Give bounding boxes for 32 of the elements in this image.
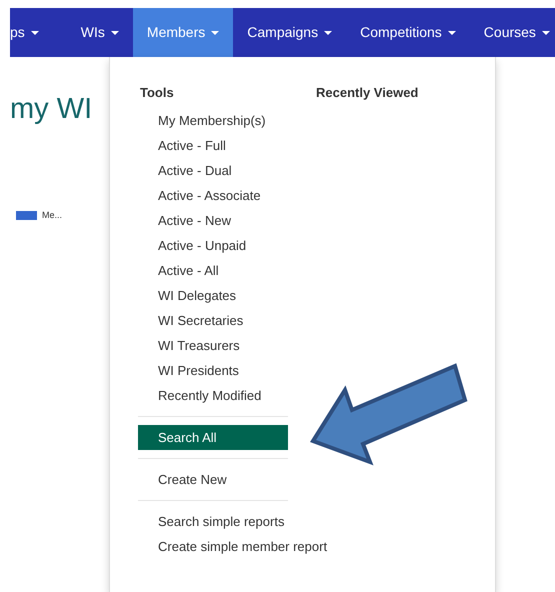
menu-item[interactable]: WI Secretaries xyxy=(138,308,288,333)
menu-item[interactable]: Search All xyxy=(138,425,288,450)
menu-item[interactable]: Active - Associate xyxy=(138,183,288,208)
menu-item[interactable]: Create New xyxy=(138,467,288,492)
caret-icon xyxy=(448,30,456,34)
page-heading: my WI xyxy=(10,95,94,124)
menu-item[interactable]: Create simple member report xyxy=(138,534,332,559)
menu-item[interactable]: WI Presidents xyxy=(138,358,288,383)
nav-tab[interactable]: Members xyxy=(132,8,234,57)
menu-item[interactable]: Active - All xyxy=(138,258,288,283)
caret-icon xyxy=(211,30,220,34)
menu-item[interactable]: Recently Modified xyxy=(138,383,288,408)
legend-label: Me... xyxy=(42,209,62,222)
caret-icon xyxy=(542,30,550,34)
caret-icon xyxy=(110,30,119,34)
menu-item[interactable]: My Membership(s) xyxy=(138,108,288,133)
nav-tab[interactable]: ps xyxy=(10,8,67,57)
menu-item[interactable]: Active - Dual xyxy=(138,158,288,183)
menu-item[interactable]: Active - Full xyxy=(138,133,288,158)
menu-item[interactable]: WI Delegates xyxy=(138,283,288,308)
caret-icon xyxy=(324,30,332,34)
caret-icon xyxy=(30,30,39,34)
menu-item[interactable]: WI Treasurers xyxy=(138,333,288,358)
column-heading: Tools xyxy=(139,84,175,101)
nav-tab[interactable]: Courses xyxy=(470,8,555,57)
menu-item[interactable]: Search simple reports xyxy=(138,509,288,534)
column-heading: Recently Viewed xyxy=(316,84,418,101)
menu-item[interactable]: Active - New xyxy=(138,208,288,233)
nav-tab[interactable]: Competitions xyxy=(346,8,470,57)
nav-tab[interactable]: WIs xyxy=(66,8,133,57)
menu-item[interactable]: Active - Unpaid xyxy=(138,233,288,258)
nav-tab[interactable]: Campaigns xyxy=(233,8,346,57)
